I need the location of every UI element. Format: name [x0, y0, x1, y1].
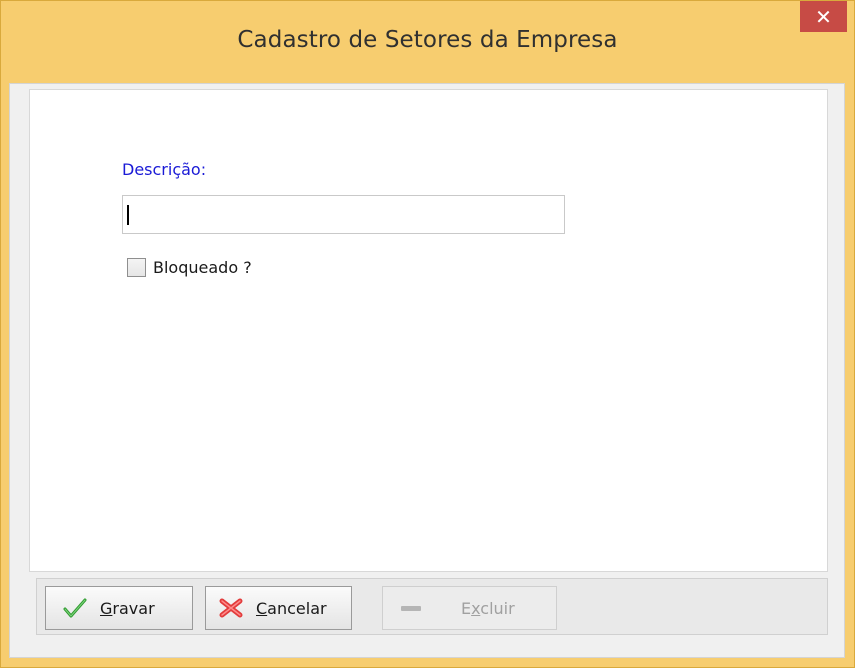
gravar-label: Gravar	[100, 598, 155, 618]
bloqueado-label[interactable]: Bloqueado ?	[153, 258, 252, 277]
title-bar[interactable]: Cadastro de Setores da Empresa ✕	[1, 1, 854, 83]
close-button[interactable]: ✕	[800, 1, 847, 32]
excluir-label: Excluir	[461, 598, 515, 618]
gravar-button[interactable]: Gravar	[45, 586, 193, 630]
excluir-button[interactable]: Excluir	[382, 586, 557, 630]
descricao-label: Descrição:	[122, 160, 207, 179]
cancelar-button[interactable]: Cancelar	[205, 586, 352, 630]
window-title: Cadastro de Setores da Empresa	[237, 27, 618, 53]
minus-icon	[397, 597, 423, 619]
text-caret	[127, 205, 129, 225]
descricao-input[interactable]	[122, 195, 565, 234]
bloqueado-checkbox[interactable]	[127, 258, 146, 277]
close-icon: ✕	[815, 4, 832, 29]
check-icon	[62, 597, 88, 619]
cancelar-label: Cancelar	[256, 598, 327, 618]
x-icon	[218, 597, 244, 619]
